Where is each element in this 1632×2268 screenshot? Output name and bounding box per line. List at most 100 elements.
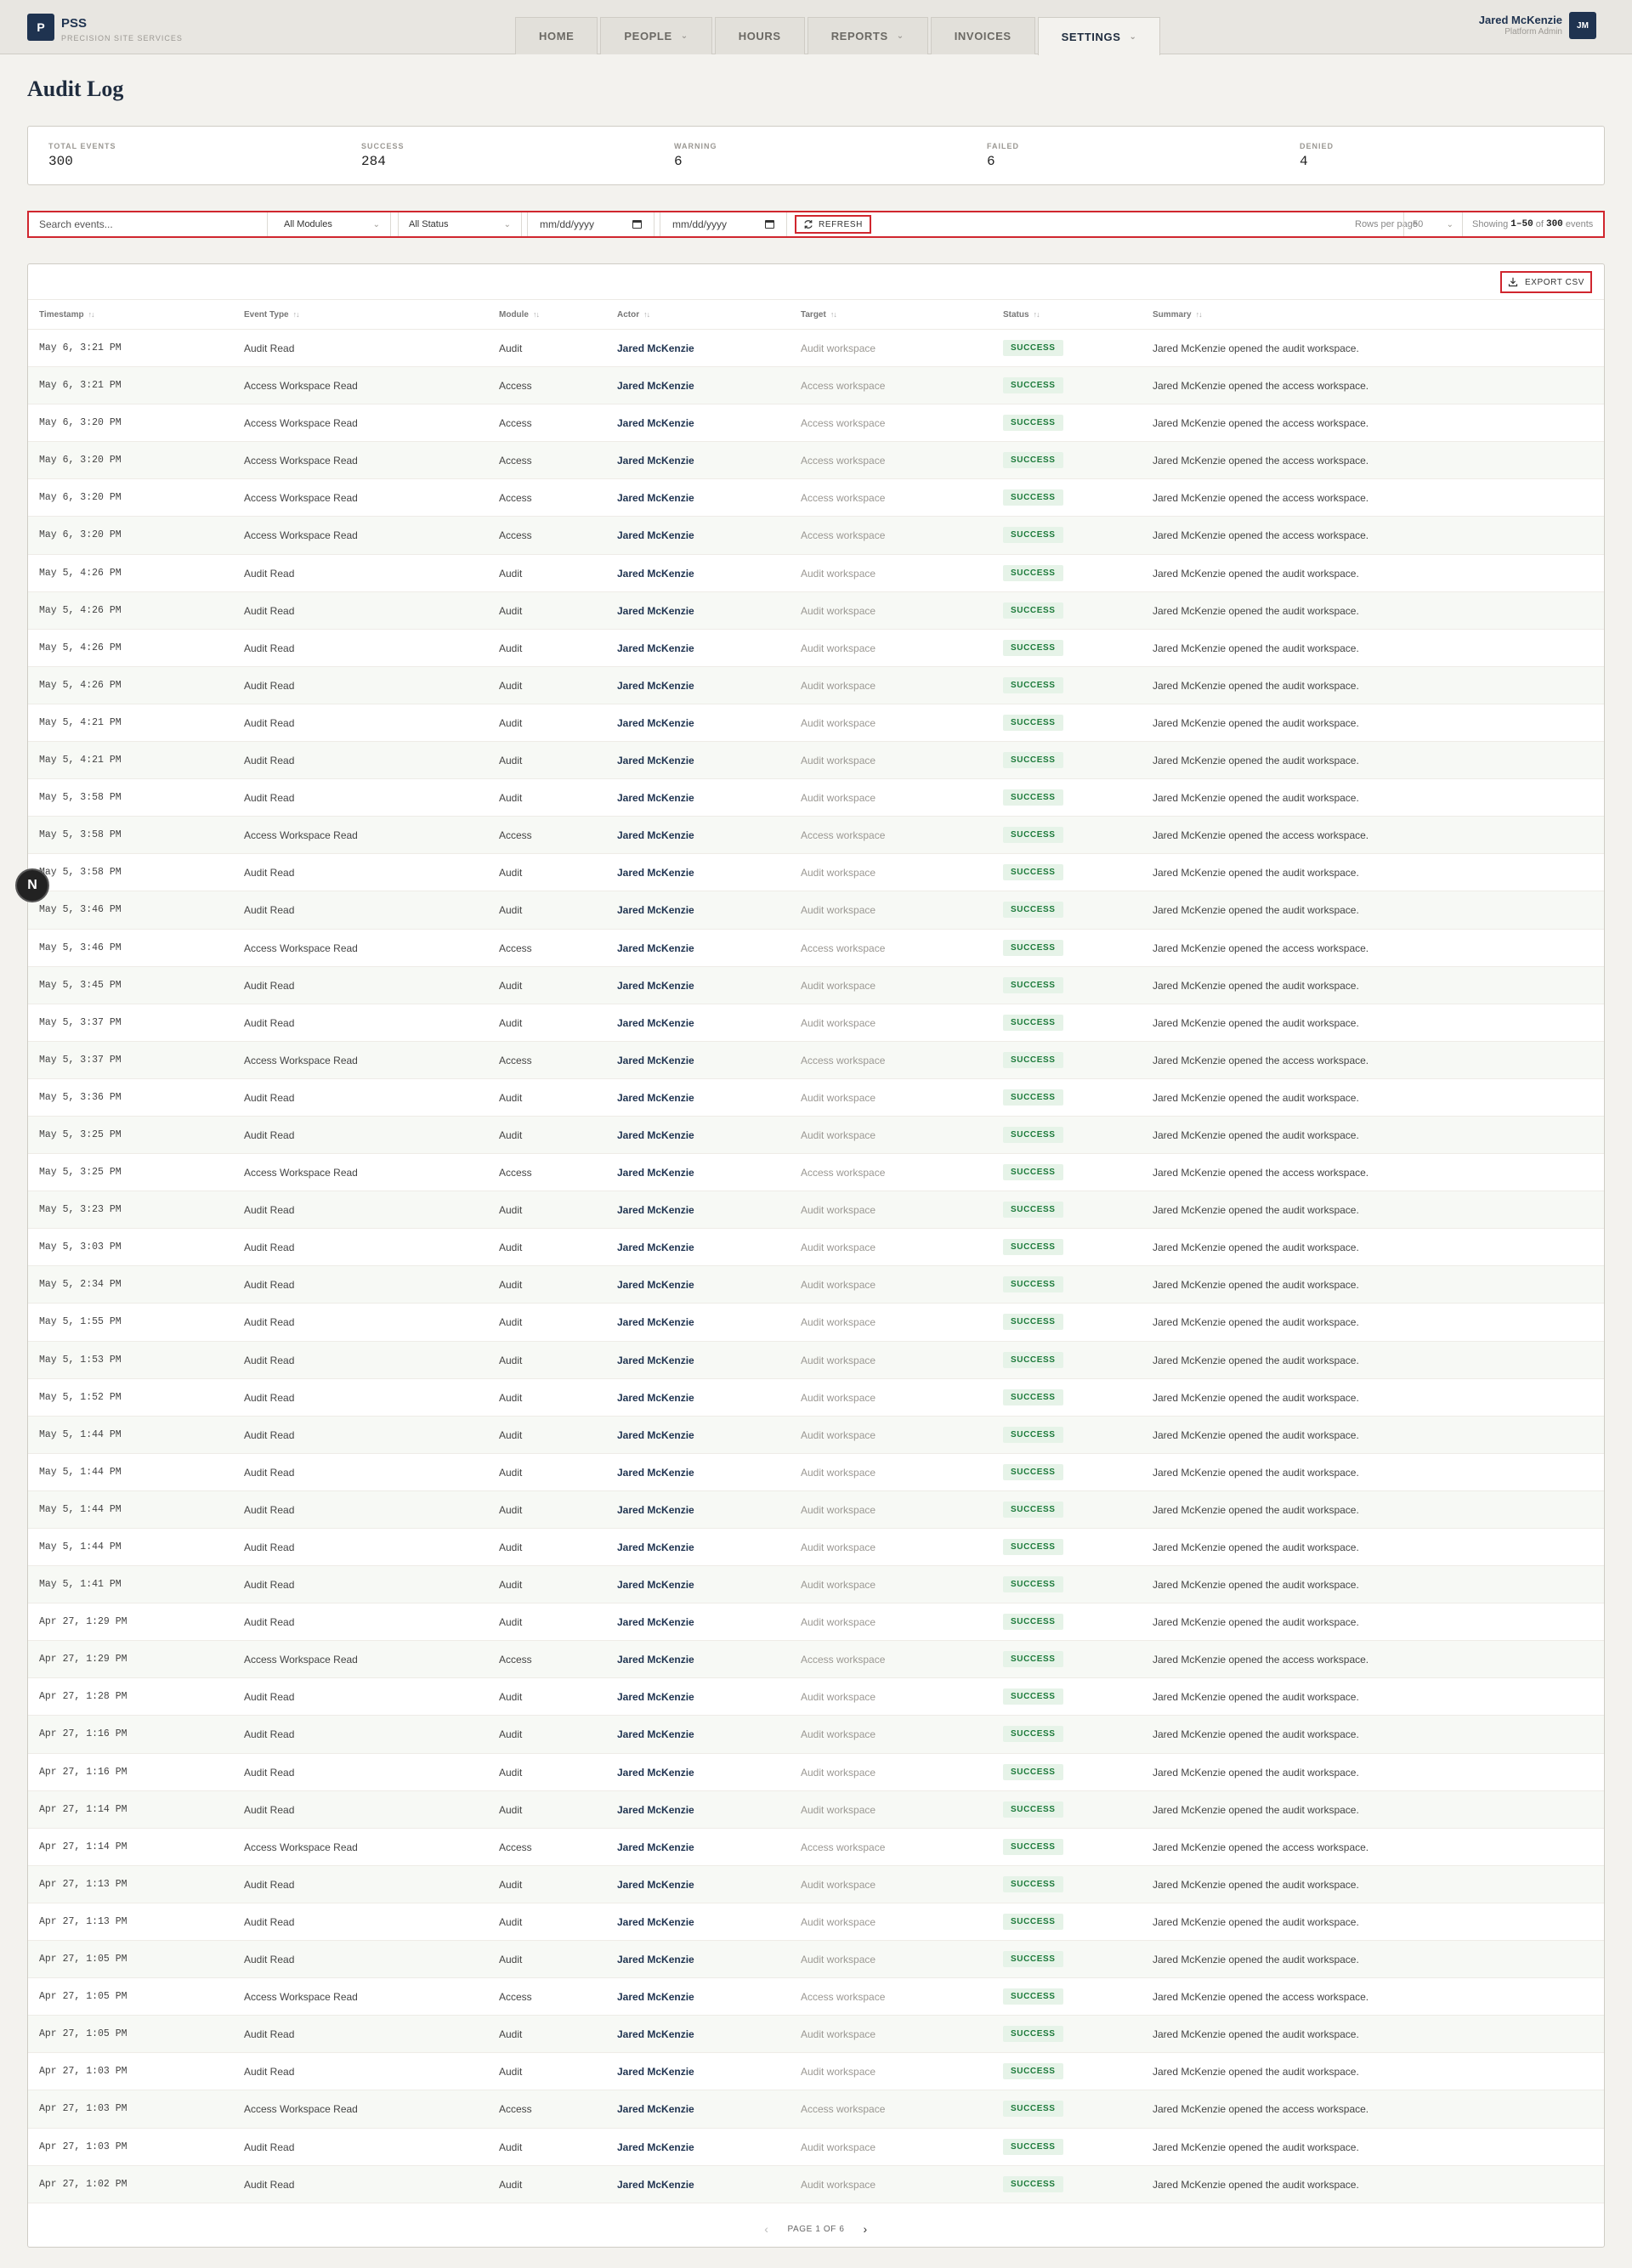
table-row[interactable]: May 5, 1:44 PM Audit Read Audit Jared McKen… [28, 1416, 1604, 1454]
cell-actor-link[interactable]: Jared McKenzie [617, 642, 694, 654]
cell-actor-link[interactable]: Jared McKenzie [617, 1429, 694, 1441]
cell-actor-link[interactable]: Jared McKenzie [617, 2141, 694, 2153]
table-row[interactable]: May 5, 3:58 PM Access Workspace Read Acces… [28, 817, 1604, 855]
table-row[interactable]: May 5, 3:37 PM Access Workspace Read Acces… [28, 1041, 1604, 1079]
table-row[interactable]: May 5, 1:53 PM Audit Read Audit Jared McKen… [28, 1341, 1604, 1379]
calendar-icon[interactable] [765, 220, 774, 229]
table-row[interactable]: May 5, 4:26 PM Audit Read Audit Jared McKen… [28, 591, 1604, 630]
cell-actor-link[interactable]: Jared McKenzie [617, 2179, 694, 2191]
cell-actor-link[interactable]: Jared McKenzie [617, 1204, 694, 1216]
table-row[interactable]: May 5, 4:21 PM Audit Read Audit Jared McKen… [28, 704, 1604, 743]
cell-actor-link[interactable]: Jared McKenzie [617, 1167, 694, 1179]
table-row[interactable]: May 5, 1:44 PM Audit Read Audit Jared McKen… [28, 1490, 1604, 1529]
col-header-target[interactable]: Target ↑↓ [801, 310, 837, 320]
search-input[interactable] [29, 212, 267, 236]
table-row[interactable]: Apr 27, 1:05 PM Audit Read Audit Jared McKe… [28, 2016, 1604, 2054]
date-from-field[interactable]: mm/dd/yyyy [527, 212, 654, 236]
col-header-actor[interactable]: Actor ↑↓ [617, 310, 650, 320]
table-row[interactable]: May 5, 1:44 PM Audit Read Audit Jared McKen… [28, 1454, 1604, 1491]
table-row[interactable]: May 6, 3:20 PM Access Workspace Read Acces… [28, 517, 1604, 555]
cell-actor-link[interactable]: Jared McKenzie [617, 1504, 694, 1516]
table-row[interactable]: Apr 27, 1:29 PM Access Workspace Read Acce… [28, 1641, 1604, 1679]
table-row[interactable]: May 5, 3:46 PM Audit Read Audit Jared McKen… [28, 891, 1604, 930]
user-name[interactable]: Jared McKenzie [1479, 14, 1562, 26]
table-row[interactable]: May 6, 3:21 PM Audit Read Audit Jared McKen… [28, 330, 1604, 368]
cell-actor-link[interactable]: Jared McKenzie [617, 1767, 694, 1779]
table-row[interactable]: May 5, 3:23 PM Audit Read Audit Jared McKen… [28, 1191, 1604, 1230]
cell-actor-link[interactable]: Jared McKenzie [617, 455, 694, 467]
cell-actor-link[interactable]: Jared McKenzie [617, 1541, 694, 1553]
table-row[interactable]: May 5, 3:45 PM Audit Read Audit Jared McKen… [28, 966, 1604, 1004]
brand-logo[interactable]: P [27, 14, 54, 41]
table-row[interactable]: Apr 27, 1:29 PM Audit Read Audit Jared McKe… [28, 1603, 1604, 1642]
table-row[interactable]: Apr 27, 1:03 PM Access Workspace Read Acce… [28, 2090, 1604, 2129]
table-row[interactable]: Apr 27, 1:16 PM Audit Read Audit Jared McKe… [28, 1754, 1604, 1791]
cell-actor-link[interactable]: Jared McKenzie [617, 1129, 694, 1141]
cell-actor-link[interactable]: Jared McKenzie [617, 1879, 694, 1891]
table-row[interactable]: Apr 27, 1:14 PM Audit Read Audit Jared McKe… [28, 1790, 1604, 1829]
table-row[interactable]: May 6, 3:20 PM Access Workspace Read Acces… [28, 404, 1604, 443]
cell-actor-link[interactable]: Jared McKenzie [617, 1991, 694, 2003]
table-row[interactable]: Apr 27, 1:05 PM Audit Read Audit Jared McKe… [28, 1941, 1604, 1979]
table-row[interactable]: May 5, 2:34 PM Audit Read Audit Jared McKen… [28, 1266, 1604, 1304]
cell-actor-link[interactable]: Jared McKenzie [617, 492, 694, 504]
table-row[interactable]: May 5, 3:58 PM Audit Read Audit Jared McKen… [28, 854, 1604, 892]
avatar[interactable]: JM [1569, 12, 1596, 39]
export-csv-button[interactable]: EXPORT CSV [1500, 271, 1592, 293]
cell-actor-link[interactable]: Jared McKenzie [617, 1654, 694, 1666]
cell-actor-link[interactable]: Jared McKenzie [617, 755, 694, 766]
rows-per-page-select[interactable]: 50 ⌄ [1403, 212, 1463, 236]
chevron-right-icon[interactable]: › [864, 2222, 868, 2236]
table-row[interactable]: May 5, 1:44 PM Audit Read Audit Jared McKen… [28, 1529, 1604, 1567]
cell-actor-link[interactable]: Jared McKenzie [617, 1467, 694, 1479]
table-row[interactable]: May 6, 3:20 PM Access Workspace Read Acces… [28, 479, 1604, 518]
cell-actor-link[interactable]: Jared McKenzie [617, 1017, 694, 1029]
nav-tab-people[interactable]: PEOPLE ⌄ [600, 17, 712, 54]
table-row[interactable]: May 5, 1:55 PM Audit Read Audit Jared McKen… [28, 1304, 1604, 1342]
cell-actor-link[interactable]: Jared McKenzie [617, 1055, 694, 1066]
col-header-timestamp[interactable]: Timestamp ↑↓ [39, 310, 95, 320]
table-row[interactable]: May 5, 3:25 PM Audit Read Audit Jared McKen… [28, 1116, 1604, 1155]
table-row[interactable]: Apr 27, 1:02 PM Audit Read Audit Jared McKe… [28, 2165, 1604, 2203]
cell-actor-link[interactable]: Jared McKenzie [617, 1392, 694, 1404]
cell-actor-link[interactable]: Jared McKenzie [617, 342, 694, 354]
table-row[interactable]: Apr 27, 1:16 PM Audit Read Audit Jared McKe… [28, 1716, 1604, 1754]
table-row[interactable]: May 5, 3:58 PM Audit Read Audit Jared McKen… [28, 779, 1604, 817]
cell-actor-link[interactable]: Jared McKenzie [617, 829, 694, 841]
calendar-icon[interactable] [632, 220, 642, 229]
cell-actor-link[interactable]: Jared McKenzie [617, 1279, 694, 1291]
table-row[interactable]: Apr 27, 1:28 PM Audit Read Audit Jared McKe… [28, 1678, 1604, 1717]
cell-actor-link[interactable]: Jared McKenzie [617, 867, 694, 879]
table-row[interactable]: May 5, 1:41 PM Audit Read Audit Jared McKen… [28, 1566, 1604, 1604]
module-select[interactable]: All Modules ⌄ [274, 212, 391, 236]
chevron-left-icon[interactable]: ‹ [764, 2222, 768, 2236]
cell-actor-link[interactable]: Jared McKenzie [617, 568, 694, 580]
cell-actor-link[interactable]: Jared McKenzie [617, 1579, 694, 1591]
col-header-status[interactable]: Status ↑↓ [1003, 310, 1040, 320]
cell-actor-link[interactable]: Jared McKenzie [617, 2103, 694, 2115]
cell-actor-link[interactable]: Jared McKenzie [617, 1691, 694, 1703]
table-row[interactable]: Apr 27, 1:14 PM Access Workspace Read Acce… [28, 1829, 1604, 1866]
cell-actor-link[interactable]: Jared McKenzie [617, 1241, 694, 1253]
nav-tab-invoices[interactable]: INVOICES [930, 17, 1035, 54]
table-row[interactable]: May 5, 3:25 PM Access Workspace Read Acces… [28, 1154, 1604, 1192]
table-row[interactable]: Apr 27, 1:13 PM Audit Read Audit Jared McKe… [28, 1903, 1604, 1942]
nav-tab-home[interactable]: HOME [515, 17, 598, 54]
cell-actor-link[interactable]: Jared McKenzie [617, 717, 694, 729]
cell-actor-link[interactable]: Jared McKenzie [617, 1954, 694, 1965]
col-header-event-type[interactable]: Event Type ↑↓ [244, 310, 300, 320]
cell-actor-link[interactable]: Jared McKenzie [617, 605, 694, 617]
table-row[interactable]: May 5, 3:37 PM Audit Read Audit Jared McKen… [28, 1004, 1604, 1042]
cell-actor-link[interactable]: Jared McKenzie [617, 380, 694, 392]
cell-actor-link[interactable]: Jared McKenzie [617, 792, 694, 804]
col-header-summary[interactable]: Summary ↑↓ [1153, 310, 1203, 320]
table-row[interactable]: Apr 27, 1:03 PM Audit Read Audit Jared McKe… [28, 2053, 1604, 2091]
cell-actor-link[interactable]: Jared McKenzie [617, 680, 694, 692]
cell-actor-link[interactable]: Jared McKenzie [617, 2066, 694, 2078]
cell-actor-link[interactable]: Jared McKenzie [617, 1616, 694, 1628]
cell-actor-link[interactable]: Jared McKenzie [617, 1804, 694, 1816]
cell-actor-link[interactable]: Jared McKenzie [617, 904, 694, 916]
table-row[interactable]: Apr 27, 1:05 PM Access Workspace Read Acce… [28, 1978, 1604, 2016]
cell-actor-link[interactable]: Jared McKenzie [617, 1916, 694, 1928]
cell-actor-link[interactable]: Jared McKenzie [617, 529, 694, 541]
